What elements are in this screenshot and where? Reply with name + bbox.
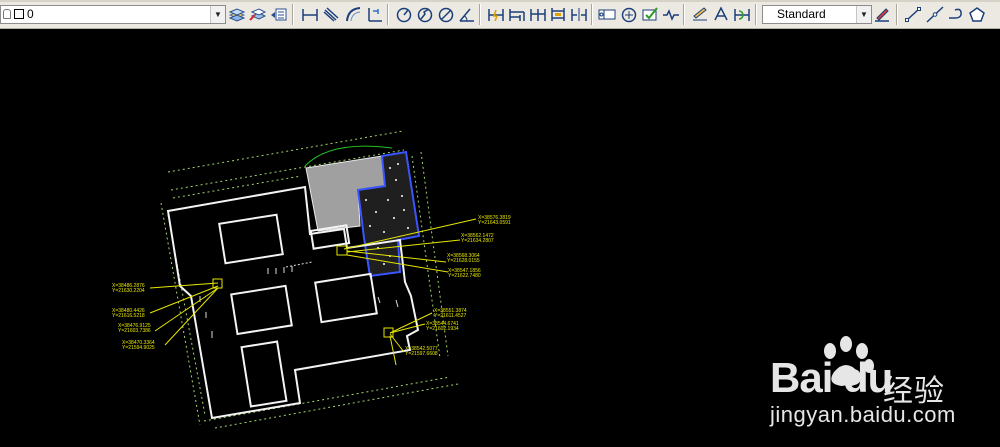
make-current-layer-icon[interactable] <box>249 6 267 23</box>
linear-dimension-icon[interactable] <box>301 6 319 23</box>
coordinate-labels-right: X=38576.3819 Y=21643.0591 X=38562.1472 Y… <box>405 215 511 357</box>
toolbar-separator <box>479 4 481 25</box>
layer-previous-icon[interactable] <box>270 6 288 23</box>
coord-label: Y=21602.1934 <box>426 326 459 332</box>
polygon-icon[interactable] <box>968 6 986 23</box>
jogged-dimension-icon[interactable] <box>416 6 434 23</box>
toolbar-separator <box>755 4 757 25</box>
toolbar-separator <box>591 4 593 25</box>
coord-label: Y=21630.2204 <box>112 288 145 294</box>
coord-label: Y=21634.2807 <box>461 238 494 244</box>
dimension-update-icon[interactable] <box>733 6 751 23</box>
center-mark-icon[interactable] <box>620 6 638 23</box>
diameter-dimension-icon[interactable] <box>437 6 455 23</box>
angular-dimension-icon[interactable] <box>458 6 476 23</box>
arc-length-dimension-icon[interactable] <box>344 6 362 23</box>
layer-dropdown-value: 0 <box>27 7 34 21</box>
dimension-style-icon[interactable] <box>873 6 891 23</box>
toolbar-separator <box>683 4 685 25</box>
tolerance-icon[interactable] <box>598 6 616 23</box>
quick-dimension-icon[interactable] <box>487 6 505 23</box>
dimension-edit-icon[interactable] <box>691 6 709 23</box>
coord-label: Y=21597.6608 <box>405 351 438 357</box>
coord-label: Y=21643.0591 <box>478 220 511 226</box>
layer-dropdown[interactable]: 0 ▼ <box>0 5 226 24</box>
dimension-space-icon[interactable] <box>549 6 567 23</box>
watermark-brand: Bai du <box>770 354 893 401</box>
coord-label: Y=21611.4527 <box>434 313 467 319</box>
text-style-dropdown-value: Standard <box>777 7 826 21</box>
line-icon[interactable] <box>904 6 922 23</box>
jogged-linear-icon[interactable] <box>662 6 680 23</box>
aligned-dimension-icon[interactable] <box>322 6 340 23</box>
dimension-break-icon[interactable] <box>570 6 588 23</box>
toolbar-separator <box>292 4 294 25</box>
layer-properties-icon[interactable] <box>228 6 246 23</box>
chevron-down-icon[interactable]: ▼ <box>856 6 871 23</box>
inspection-icon[interactable] <box>641 6 659 23</box>
coord-label: Y=21594.9025 <box>122 345 155 351</box>
watermark-url: jingyan.baidu.com <box>770 402 956 427</box>
coord-label: Y=21616.5218 <box>112 313 145 319</box>
toolbar-top-edge <box>0 0 1000 2</box>
coordinate-labels-left: X=38486.2876 Y=21630.2204 X=38480.4426 Y… <box>112 283 155 351</box>
ordinate-dimension-icon[interactable] <box>366 6 384 23</box>
dimension-text-edit-icon[interactable] <box>712 6 730 23</box>
coord-label: Y=21622.7480 <box>448 273 481 279</box>
layer-color-swatch-icon <box>14 9 24 19</box>
toolbar-separator <box>896 4 898 25</box>
coord-label: Y=21603.7386 <box>118 328 151 334</box>
layer-on-icon <box>3 9 11 19</box>
radius-dimension-icon[interactable] <box>395 6 413 23</box>
polyline-icon[interactable] <box>947 6 965 23</box>
baseline-dimension-icon[interactable] <box>508 6 526 23</box>
coord-label: Y=21628.0155 <box>447 258 480 264</box>
toolbar: 0 ▼ Standard ▼ <box>0 0 1000 29</box>
toolbar-separator <box>387 4 389 25</box>
construction-line-icon[interactable] <box>926 6 944 23</box>
continue-dimension-icon[interactable] <box>529 6 547 23</box>
text-style-dropdown[interactable]: Standard ▼ <box>762 5 872 24</box>
chevron-down-icon[interactable]: ▼ <box>210 6 225 23</box>
